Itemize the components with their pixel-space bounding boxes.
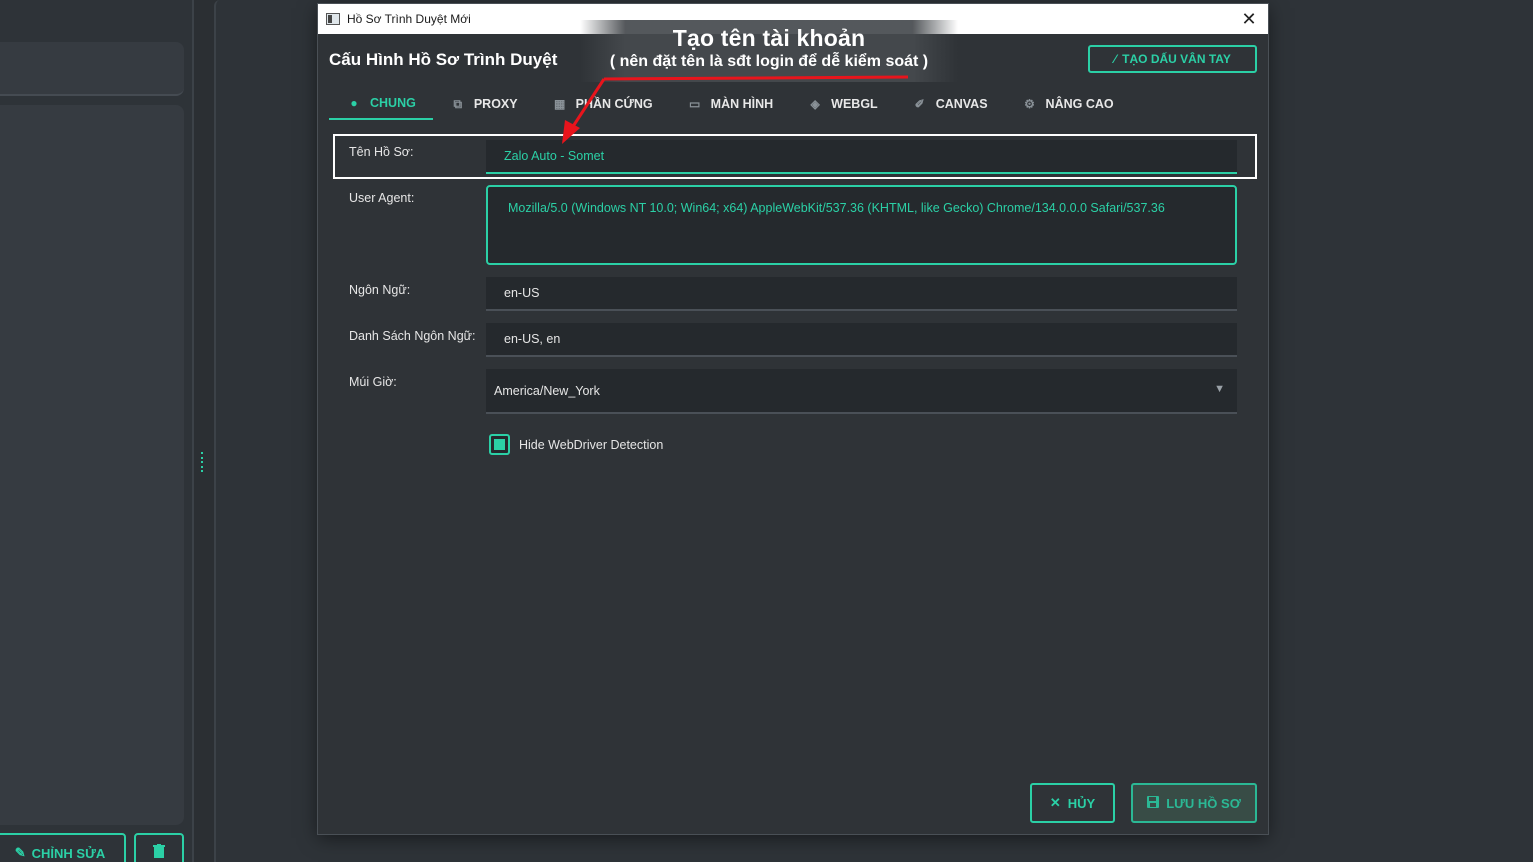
tab-label: PHẦN CỨNG xyxy=(575,97,653,111)
info-icon: ● xyxy=(350,96,358,110)
dialog-title: Cấu Hình Hồ Sơ Trình Duyệt xyxy=(329,50,558,69)
tab-general[interactable]: ● CHUNG xyxy=(329,88,433,120)
language-input[interactable]: en-US xyxy=(486,277,1237,311)
gear-icon: ⚙ xyxy=(1024,97,1035,111)
cube-icon: ◈ xyxy=(810,97,820,111)
profile-name-label: Tên Hồ Sơ: xyxy=(349,145,414,159)
cancel-button-label: HỦY xyxy=(1067,795,1096,811)
tab-proxy[interactable]: ⧉ PROXY xyxy=(433,88,535,120)
edit-icon: ✎ xyxy=(14,845,26,860)
language-label: Ngôn Ngữ: xyxy=(349,283,411,297)
hide-webdriver-row: Hide WebDriver Detection xyxy=(489,434,663,455)
profile-list xyxy=(0,105,184,825)
close-icon[interactable]: ✕ xyxy=(1238,8,1260,30)
timezone-select[interactable]: America/New_York ▼ xyxy=(486,369,1237,414)
new-profile-dialog: Hồ Sơ Trình Duyệt Mới ✕ Cấu Hình Hồ Sơ T… xyxy=(318,4,1268,834)
generate-fingerprint-label: TẠO DẤU VÂN TAY xyxy=(1122,52,1231,66)
edit-button[interactable]: ✎ CHỈNH SỬA xyxy=(0,833,126,862)
hide-webdriver-label: Hide WebDriver Detection xyxy=(519,437,664,452)
timezone-value: America/New_York xyxy=(494,383,600,398)
tab-canvas[interactable]: ✐ CANVAS xyxy=(895,88,1005,120)
profile-name-input[interactable]: Zalo Auto - Somet xyxy=(486,140,1237,174)
tab-label: MÀN HÌNH xyxy=(710,97,774,111)
tab-webgl[interactable]: ◈ WEBGL xyxy=(790,88,895,120)
trash-icon xyxy=(153,843,165,862)
tab-label: WEBGL xyxy=(831,97,878,111)
chevron-down-icon: ▼ xyxy=(1214,383,1225,395)
tab-advanced[interactable]: ⚙ NÂNG CAO xyxy=(1005,88,1131,120)
edit-button-label: CHỈNH SỬA xyxy=(31,845,106,861)
network-icon: ⧉ xyxy=(453,96,463,111)
left-panel-header xyxy=(0,42,184,96)
monitor-icon: ▭ xyxy=(688,97,701,111)
save-button-label: LƯU HỒ SƠ xyxy=(1166,795,1241,811)
tab-bar: ● CHUNG ⧉ PROXY ▦ PHẦN CỨNG ▭ MÀN HÌNH ◈… xyxy=(329,88,1131,120)
chip-icon: ▦ xyxy=(553,97,566,111)
annotation-subtitle: ( nên đặt tên là sđt login để dễ kiểm so… xyxy=(609,53,929,70)
tab-label: CANVAS xyxy=(935,97,988,111)
brush-icon: ✐ xyxy=(914,97,925,111)
language-list-label: Danh Sách Ngôn Ngữ: xyxy=(349,329,476,343)
hide-webdriver-checkbox[interactable] xyxy=(489,434,510,455)
timezone-label: Múi Giờ: xyxy=(349,375,397,389)
generate-fingerprint-button[interactable]: ⁄ TẠO DẤU VÂN TAY xyxy=(1088,45,1257,73)
app-icon xyxy=(326,13,340,25)
save-icon xyxy=(1147,795,1160,811)
window-title: Hồ Sơ Trình Duyệt Mới xyxy=(347,12,471,26)
tab-label: NÂNG CAO xyxy=(1045,97,1114,111)
user-agent-textarea[interactable]: Mozilla/5.0 (Windows NT 10.0; Win64; x64… xyxy=(486,185,1237,265)
close-icon: ✕ xyxy=(1049,795,1061,810)
user-agent-label: User Agent: xyxy=(349,191,415,205)
tab-screen[interactable]: ▭ MÀN HÌNH xyxy=(670,88,791,120)
splitter-handle[interactable] xyxy=(201,452,204,472)
delete-button[interactable] xyxy=(134,833,184,862)
cancel-button[interactable]: ✕ HỦY xyxy=(1030,783,1115,823)
tab-label: CHUNG xyxy=(370,96,416,110)
tab-label: PROXY xyxy=(473,97,518,111)
tutorial-annotation: Tạo tên tài khoản ( nên đặt tên là sđt l… xyxy=(580,20,958,82)
magic-wand-icon: ⁄ xyxy=(1114,52,1117,66)
save-profile-button[interactable]: LƯU HỒ SƠ xyxy=(1131,783,1257,823)
tab-hardware[interactable]: ▦ PHẦN CỨNG xyxy=(535,88,670,120)
language-list-input[interactable]: en-US, en xyxy=(486,323,1237,357)
annotation-title: Tạo tên tài khoản xyxy=(672,25,866,51)
